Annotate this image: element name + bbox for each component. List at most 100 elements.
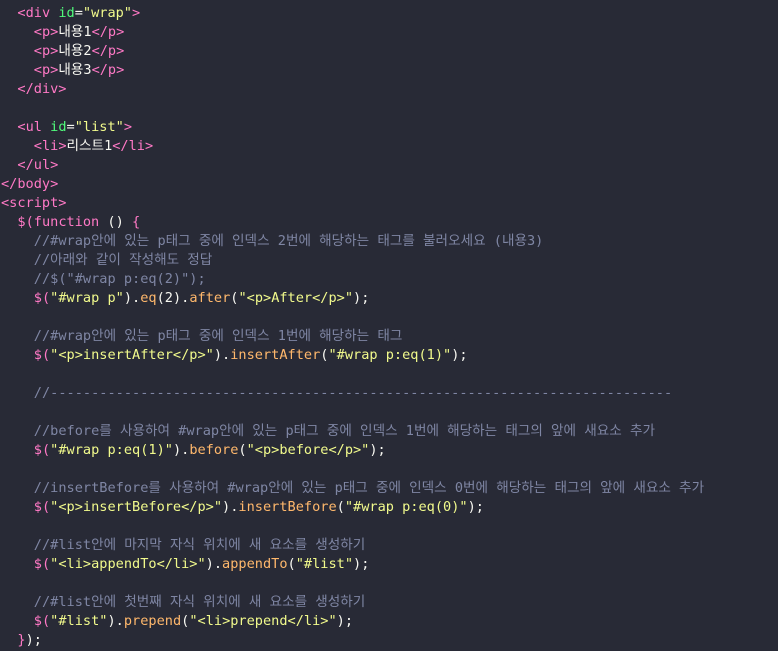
code-token: > — [132, 5, 141, 21]
code-token: //$("#wrap p:eq(2)"); — [33, 271, 206, 287]
code-line[interactable]: //before를 사용하여 #wrap안에 있는 p태그 중에 인덱스 1번에… — [34, 422, 655, 441]
code-token: eq — [140, 290, 157, 306]
code-line[interactable]: <p>내용2</p> — [34, 42, 125, 61]
code-line[interactable]: <p>내용3</p> — [34, 61, 125, 80]
code-token: <div — [17, 5, 51, 21]
code-token: "list" — [74, 119, 124, 135]
code-token: = — [74, 5, 83, 21]
code-token: ). — [222, 499, 239, 515]
code-token: () — [99, 214, 132, 230]
code-token: ). — [172, 442, 190, 458]
code-line[interactable]: $("#wrap p:eq(1)").before("<p>before</p>… — [34, 441, 386, 460]
code-token: //아래와 같이 작성해도 정답 — [33, 252, 213, 268]
code-line[interactable]: //#wrap안에 있는 p태그 중에 인덱스 1번에 해당하는 태그 — [34, 327, 403, 346]
code-token: = — [66, 119, 75, 135]
code-token: ); — [353, 556, 370, 572]
code-token: //#list안에 첫번째 자식 위치에 새 요소를 생성하기 — [33, 594, 366, 610]
code-token: insertAfter — [230, 347, 321, 363]
code-token: } — [17, 632, 26, 648]
code-token: <p> — [33, 43, 59, 59]
code-line[interactable]: </div> — [17, 80, 66, 99]
code-token: after — [189, 290, 231, 306]
code-line[interactable]: //#list안에 마지막 자식 위치에 새 요소를 생성하기 — [34, 536, 366, 555]
code-token: //#wrap안에 있는 p태그 중에 인덱스 1번에 해당하는 태그 — [33, 328, 403, 344]
code-token: "<p>After</p>" — [238, 290, 354, 306]
code-line[interactable]: //$("#wrap p:eq(2)"); — [34, 270, 206, 289]
code-token: insertBefore — [238, 499, 337, 515]
code-token: ); — [353, 290, 370, 306]
code-token: > — [123, 119, 132, 135]
code-line[interactable]: $("#wrap p").eq(2).after("<p>After</p>")… — [34, 289, 370, 308]
code-token: //--------------------------------------… — [33, 385, 673, 401]
code-token: ); — [467, 499, 484, 515]
code-token: $( — [33, 556, 51, 572]
code-line[interactable]: //아래와 같이 작성해도 정답 — [34, 251, 213, 270]
code-token: 리스트1 — [66, 138, 113, 154]
code-token: { — [132, 214, 141, 230]
code-line[interactable]: </ul> — [17, 156, 58, 175]
code-token: ). — [107, 613, 124, 629]
code-line[interactable]: </body> — [1, 175, 58, 194]
code-token: </p> — [91, 62, 125, 78]
code-token: $( — [33, 290, 51, 306]
code-line[interactable]: //--------------------------------------… — [34, 384, 672, 403]
code-line[interactable]: //insertBefore를 사용하여 #wrap안에 있는 p태그 중에 인… — [34, 479, 704, 498]
code-token: "<li>prepend</li>" — [189, 613, 337, 629]
code-token: </p> — [91, 24, 125, 40]
code-token: ). — [123, 290, 141, 306]
code-token: $( — [33, 613, 51, 629]
code-line[interactable]: <li>리스트1</li> — [34, 137, 153, 156]
code-token: "<p>before</p>" — [246, 442, 370, 458]
code-token: prepend — [123, 613, 182, 629]
code-token: //insertBefore를 사용하여 #wrap안에 있는 p태그 중에 인… — [33, 480, 705, 496]
code-token: ( — [238, 442, 247, 458]
code-line[interactable]: //#list안에 첫번째 자식 위치에 새 요소를 생성하기 — [34, 593, 366, 612]
code-token: </body> — [1, 176, 59, 192]
code-line[interactable]: $("<li>appendTo</li>").appendTo("#list")… — [34, 555, 370, 574]
code-token: "<li>appendTo</li>" — [50, 556, 206, 572]
code-token: 내용2 — [58, 43, 92, 59]
code-token: <script> — [1, 195, 67, 211]
code-token: ( — [336, 499, 345, 515]
code-token: //before를 사용하여 #wrap안에 있는 p태그 중에 인덱스 1번에… — [33, 423, 655, 439]
code-token: function — [33, 214, 100, 230]
code-line[interactable]: <p>내용1</p> — [34, 23, 125, 42]
code-token: "#list" — [50, 613, 108, 629]
code-line[interactable]: <div id="wrap"> — [17, 4, 140, 23]
code-line[interactable]: }); — [17, 631, 42, 650]
code-token: "#wrap p:eq(1)" — [328, 347, 452, 363]
code-token: ); — [451, 347, 468, 363]
code-token: appendTo — [222, 556, 288, 572]
code-token: ( — [287, 556, 296, 572]
code-line[interactable]: <ul id="list"> — [17, 118, 132, 137]
code-token: $( — [33, 347, 51, 363]
code-token: //#wrap안에 있는 p태그 중에 인덱스 2번에 해당하는 태그를 불러오… — [33, 233, 544, 249]
code-token: </div> — [17, 81, 67, 97]
code-token: "#wrap p" — [50, 290, 124, 306]
code-line[interactable]: <script> — [1, 194, 66, 213]
code-editor[interactable]: <div id="wrap"> <p>내용1</p> <p>내용2</p> <p>내용… — [0, 0, 778, 651]
code-line[interactable]: $(function () { — [17, 213, 140, 232]
code-token: "<p>insertAfter</p>" — [50, 347, 214, 363]
code-token: "<p>insertBefore</p>" — [50, 499, 223, 515]
code-token: "wrap" — [82, 5, 132, 21]
code-token: 내용1 — [58, 24, 92, 40]
code-line[interactable]: //#wrap안에 있는 p태그 중에 인덱스 2번에 해당하는 태그를 불러오… — [34, 232, 544, 251]
code-token: ). — [205, 556, 223, 572]
code-token: //#list안에 마지막 자식 위치에 새 요소를 생성하기 — [33, 537, 366, 553]
code-line[interactable]: $("<p>insertBefore</p>").insertBefore("#… — [34, 498, 484, 517]
code-token: </p> — [91, 43, 125, 59]
code-token: $( — [17, 214, 34, 230]
code-token: <li> — [33, 138, 67, 154]
code-token: </ul> — [17, 157, 59, 173]
code-token: id — [58, 5, 75, 21]
code-line[interactable]: $("#list").prepend("<li>prepend</li>"); — [34, 612, 353, 631]
code-line[interactable]: $("<p>insertAfter</p>").insertAfter("#wr… — [34, 346, 468, 365]
code-token: ). — [213, 347, 231, 363]
code-token: ); — [25, 632, 42, 648]
code-token: <p> — [33, 24, 59, 40]
code-token: $( — [33, 442, 51, 458]
code-token: "#wrap p:eq(0)" — [344, 499, 468, 515]
code-token: ); — [336, 613, 354, 629]
